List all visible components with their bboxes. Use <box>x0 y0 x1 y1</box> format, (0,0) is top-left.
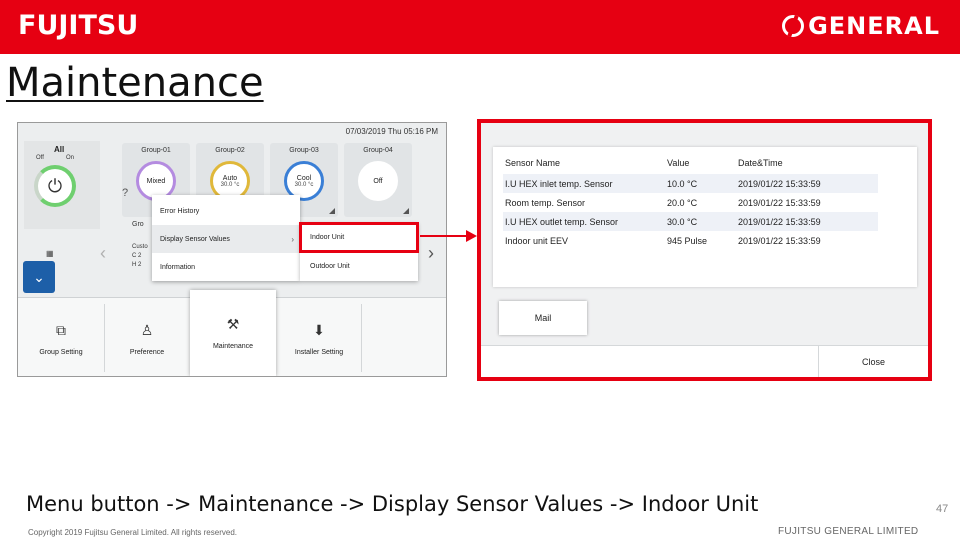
group-tile[interactable]: Group-04 Off <box>344 143 412 217</box>
menu-item-label: Information <box>160 263 196 271</box>
chevron-left-icon[interactable]: ‹ <box>100 243 106 264</box>
sensor-datetime: 2019/01/22 15:33:59 <box>738 178 821 189</box>
sensor-value: 945 Pulse <box>667 235 708 246</box>
group-mode: Cool <box>296 174 312 182</box>
sensor-datetime: 2019/01/22 15:33:59 <box>738 216 821 227</box>
chevron-down-icon: ⌄ <box>33 268 45 285</box>
maintenance-menu: Error History Display Sensor Values › In… <box>152 195 300 281</box>
schedule-icon: ▦ <box>46 249 54 258</box>
nav-label: Preference <box>129 348 165 356</box>
column-header: Date&Time <box>738 157 783 168</box>
maintenance-icon: ⚒ <box>226 316 240 332</box>
chevron-right-icon[interactable]: › <box>428 243 434 264</box>
sensor-value: 30.0 °C <box>667 216 698 227</box>
group-temp: 30.0 °c <box>220 181 240 188</box>
group-row2-name: Gro <box>132 221 144 228</box>
submenu-item-outdoor-unit[interactable]: Outdoor Unit <box>300 252 418 281</box>
bottom-nav: ⧉ Group Setting ♙ Preference ⚒ Maintenan… <box>18 290 446 376</box>
page-number: 47 <box>936 503 949 515</box>
dialog-footer: Close <box>481 345 928 377</box>
table-row: Indoor unit EEV 945 Pulse 2019/01/22 15:… <box>503 231 878 250</box>
indoor-unit-highlight <box>299 222 419 253</box>
menu-toggle-button[interactable]: ⌄ <box>23 261 55 293</box>
tile-corner-icon <box>403 208 409 214</box>
sensor-name: Indoor unit EEV <box>505 235 569 246</box>
menu-item-error-history[interactable]: Error History <box>152 197 300 225</box>
slide: FUJITSU GENERAL Maintenance 07/03/2019 T… <box>0 0 960 540</box>
all-off-label: Off <box>36 155 44 161</box>
general-logo: GENERAL <box>782 12 940 40</box>
power-icon[interactable]: ⏻ <box>34 165 76 207</box>
tile-corner-icon <box>329 208 335 214</box>
mail-button[interactable]: Mail <box>499 301 587 335</box>
menu-item-information[interactable]: Information <box>152 253 300 281</box>
group-mode: Off <box>373 177 383 185</box>
group-name: Group-02 <box>215 147 245 154</box>
installer-setting-icon: ⬇ <box>313 321 325 338</box>
sensor-value: 20.0 °C <box>667 197 698 208</box>
table-header: Sensor Name Value Date&Time <box>503 153 878 172</box>
nav-preference[interactable]: ♙ Preference <box>105 298 189 376</box>
column-header: Sensor Name <box>505 157 561 168</box>
sensor-name: I.U HEX outlet temp. Sensor <box>505 216 619 227</box>
caption: Menu button -> Maintenance -> Display Se… <box>26 492 759 516</box>
nav-label: Group Setting <box>39 348 83 356</box>
sensor-value: 10.0 °C <box>667 178 698 189</box>
datetime-display: 07/03/2019 Thu 05:16 PM <box>345 127 438 136</box>
table-row: Room temp. Sensor 20.0 °C 2019/01/22 15:… <box>503 193 878 212</box>
general-logo-text: GENERAL <box>808 12 940 40</box>
submenu-item-label: Outdoor Unit <box>310 263 350 270</box>
group-name: Group-01 <box>141 147 171 154</box>
copyright: Copyright 2019 Fujitsu General Limited. … <box>28 528 237 537</box>
page-title: Maintenance <box>6 60 264 106</box>
all-on-label: On <box>66 155 75 161</box>
group-row2-line: Custo <box>132 244 148 250</box>
group-mode: Auto <box>222 174 238 182</box>
nav-label: Maintenance <box>212 343 254 350</box>
header-bar: FUJITSU GENERAL <box>0 0 960 54</box>
fujitsu-logo: FUJITSU <box>18 10 139 41</box>
group-row2-line: C 2 <box>132 253 142 259</box>
group-mode-ring: Off <box>358 161 398 201</box>
help-icon[interactable]: ? <box>122 187 128 199</box>
menu-item-display-sensor-values[interactable]: Display Sensor Values › <box>152 225 300 253</box>
sensor-name: Room temp. Sensor <box>505 197 586 208</box>
sensor-datetime: 2019/01/22 15:33:59 <box>738 235 821 246</box>
controller-main-screen: 07/03/2019 Thu 05:16 PM All Off On ⏻ Gro… <box>17 122 447 377</box>
table-row: I.U HEX inlet temp. Sensor 10.0 °C 2019/… <box>503 174 878 193</box>
chevron-right-icon: › <box>291 234 294 244</box>
sensor-datetime: 2019/01/22 15:33:59 <box>738 197 821 208</box>
group-temp: 30.0 °c <box>294 181 314 188</box>
table-row: I.U HEX outlet temp. Sensor 30.0 °C 2019… <box>503 212 878 231</box>
group-row2-details: Custo C 2 H 2 <box>132 243 148 270</box>
group-name: Group-04 <box>363 147 393 154</box>
group-mode: Mixed <box>146 177 166 185</box>
group-name: Group-03 <box>289 147 319 154</box>
general-logo-mark-icon <box>782 15 805 37</box>
flow-arrow-icon <box>420 230 477 242</box>
column-header: Value <box>667 157 690 168</box>
nav-installer-setting[interactable]: ⬇ Installer Setting <box>277 298 361 376</box>
nav-maintenance[interactable]: ⚒ Maintenance <box>190 290 276 376</box>
nav-label: Installer Setting <box>294 348 344 356</box>
company-name: FUJITSU GENERAL LIMITED <box>778 526 919 537</box>
close-button[interactable]: Close <box>818 346 928 377</box>
menu-item-label: Error History <box>160 207 200 215</box>
group-setting-icon: ⧉ <box>56 321 66 338</box>
all-label: All <box>54 145 65 154</box>
divider <box>361 304 362 372</box>
menu-item-label: Display Sensor Values <box>160 235 230 243</box>
sensor-table: Sensor Name Value Date&Time I.U HEX inle… <box>493 147 917 287</box>
preference-icon: ♙ <box>140 321 154 338</box>
group-row2-line: H 2 <box>132 262 142 268</box>
sensor-name: I.U HEX inlet temp. Sensor <box>505 178 613 189</box>
nav-group-setting[interactable]: ⧉ Group Setting <box>18 298 104 376</box>
sensor-values-screen: Sensor Name Value Date&Time I.U HEX inle… <box>477 119 932 381</box>
